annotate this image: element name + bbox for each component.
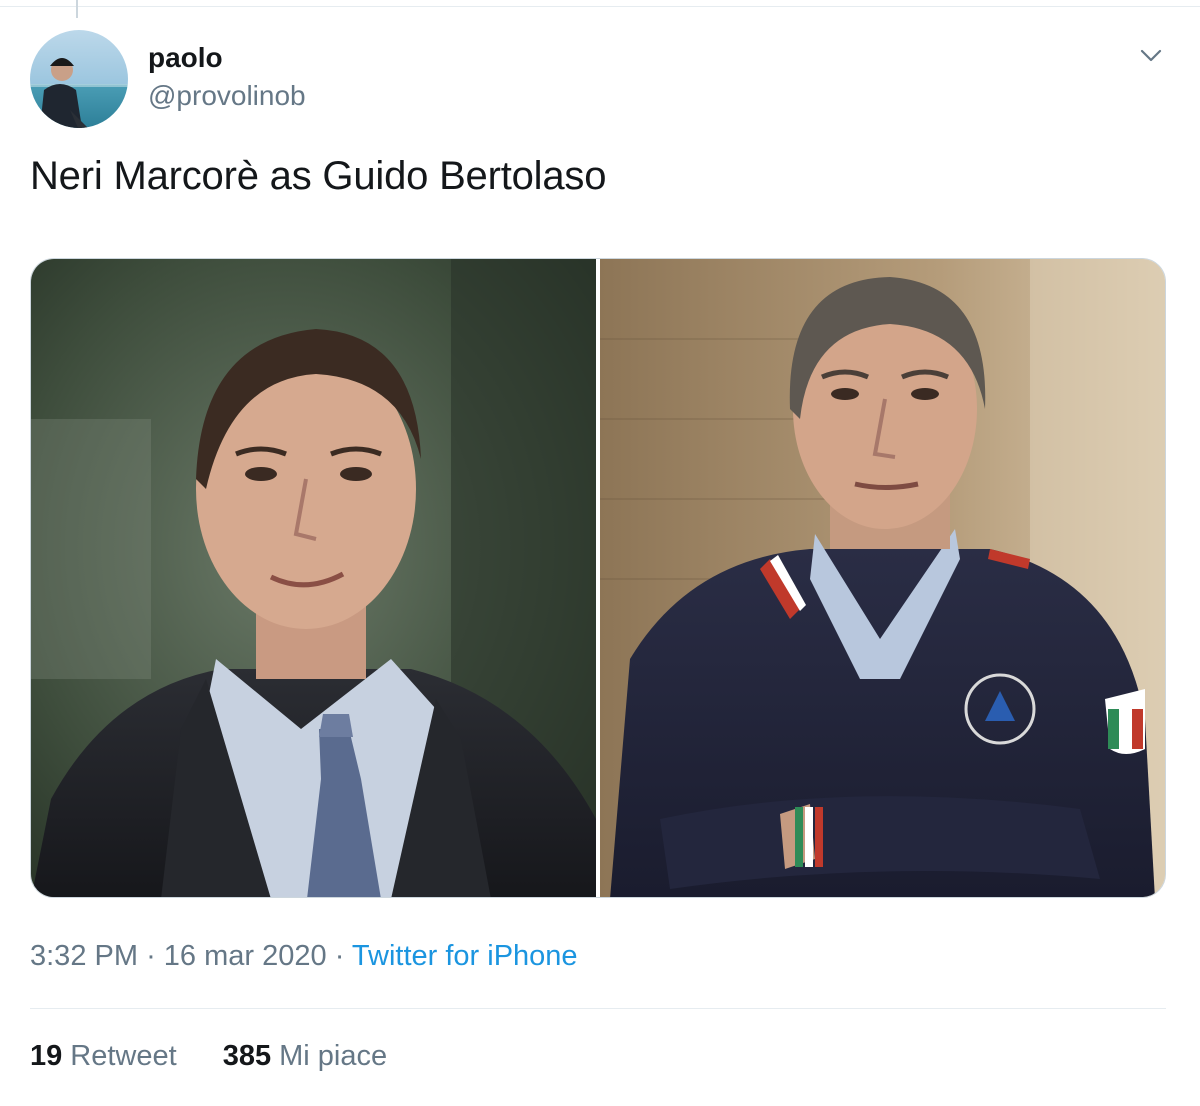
meta-separator: · xyxy=(334,940,345,972)
retweets-label: Retweet xyxy=(70,1040,177,1072)
tweet-source-link[interactable]: Twitter for iPhone xyxy=(352,940,578,972)
display-name[interactable]: paolo xyxy=(148,42,223,74)
likes-stat[interactable]: 385 Mi piace xyxy=(223,1040,387,1073)
chevron-down-icon[interactable] xyxy=(1136,40,1166,70)
likes-label: Mi piace xyxy=(279,1040,388,1072)
tweet-stats: 19 Retweet 385 Mi piace xyxy=(30,1040,425,1073)
thread-connector xyxy=(76,0,78,18)
retweets-count: 19 xyxy=(30,1040,63,1072)
likes-count: 385 xyxy=(222,1040,272,1072)
tweet-text: Neri Marcorè as Guido Bertolaso xyxy=(30,154,607,198)
handle[interactable]: @provolinob xyxy=(148,80,306,112)
photo-man-in-protezione-civile-jacket[interactable] xyxy=(600,259,1165,897)
photo-man-in-suit[interactable] xyxy=(31,259,596,897)
stats-divider xyxy=(30,1008,1166,1009)
meta-separator: · xyxy=(146,940,156,972)
tweet-meta: 3:32 PM · 16 mar 2020 · Twitter for iPho… xyxy=(30,940,578,973)
avatar[interactable] xyxy=(30,30,128,128)
top-divider xyxy=(0,6,1200,7)
tweet-card: paolo @provolinob Neri Marcorè as Guido … xyxy=(0,0,1200,1106)
tweet-date[interactable]: 16 mar 2020 xyxy=(164,940,327,972)
retweets-stat[interactable]: 19 Retweet xyxy=(30,1040,177,1073)
avatar-photo xyxy=(30,30,128,128)
tweet-time[interactable]: 3:32 PM xyxy=(30,940,138,972)
tweet-media xyxy=(30,258,1166,898)
